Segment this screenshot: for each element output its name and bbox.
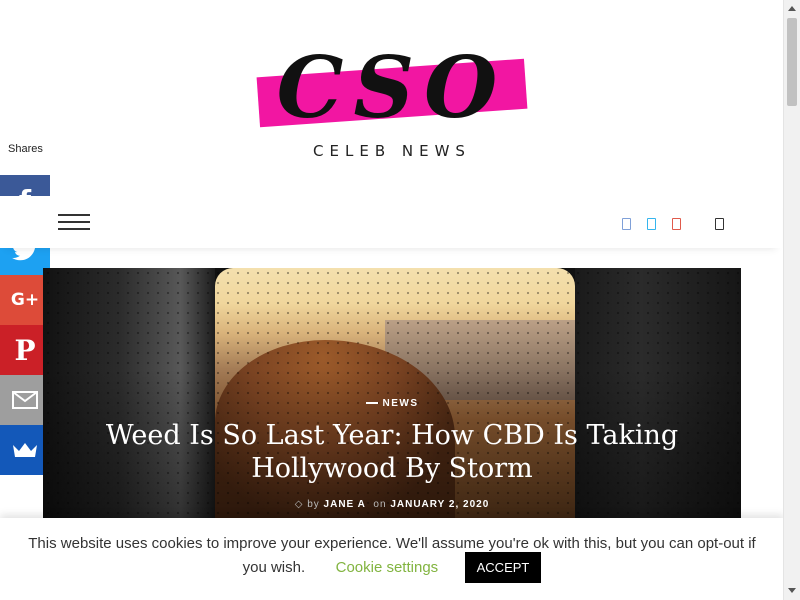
google-plus-icon: G+	[10, 290, 40, 310]
shares-label: Shares	[8, 143, 43, 155]
cookie-actions: you wish. Cookie settings ACCEPT	[0, 552, 784, 584]
scroll-down-arrow-icon[interactable]	[788, 588, 796, 593]
pinterest-icon: P	[14, 333, 36, 367]
post-title[interactable]: Weed Is So Last Year: How CBD Is Taking …	[92, 419, 692, 485]
scrollbar-thumb[interactable]	[787, 18, 797, 106]
meta-diamond-icon: ◇	[294, 499, 304, 510]
main-navbar	[0, 196, 782, 248]
hero-content: NEWS Weed Is So Last Year: How CBD Is Ta…	[43, 398, 741, 510]
meta-by: by	[307, 499, 320, 510]
logo-text: CSO	[276, 38, 508, 137]
twitter-icon[interactable]	[647, 218, 656, 230]
category-label: NEWS	[382, 398, 419, 409]
cookie-consent-bar: This website uses cookies to improve you…	[0, 518, 784, 600]
post-meta: ◇ by JANE A on JANUARY 2, 2020	[43, 499, 741, 510]
facebook-icon[interactable]	[622, 218, 631, 230]
site-logo[interactable]: CSO CELEB NEWS	[254, 38, 530, 164]
crown-icon	[13, 443, 37, 457]
featured-post-hero[interactable]: NEWS Weed Is So Last Year: How CBD Is Ta…	[43, 268, 741, 520]
cookie-accept-button[interactable]: ACCEPT	[464, 552, 542, 583]
cookie-settings-link[interactable]: Cookie settings	[336, 559, 439, 576]
hamburger-icon[interactable]	[58, 214, 90, 230]
meta-on: on	[373, 499, 387, 510]
scroll-up-arrow-icon[interactable]	[788, 6, 796, 11]
post-date: JANUARY 2, 2020	[390, 499, 490, 510]
email-icon	[12, 391, 38, 409]
category-link[interactable]: NEWS	[43, 398, 741, 409]
search-icon[interactable]	[715, 218, 724, 230]
cookie-message-end: you wish.	[242, 559, 306, 576]
pinterest-icon[interactable]	[672, 218, 681, 230]
author-link[interactable]: JANE A	[324, 499, 366, 510]
page-scrollbar[interactable]	[783, 0, 800, 600]
logo-subtitle: CELEB NEWS	[313, 142, 471, 160]
